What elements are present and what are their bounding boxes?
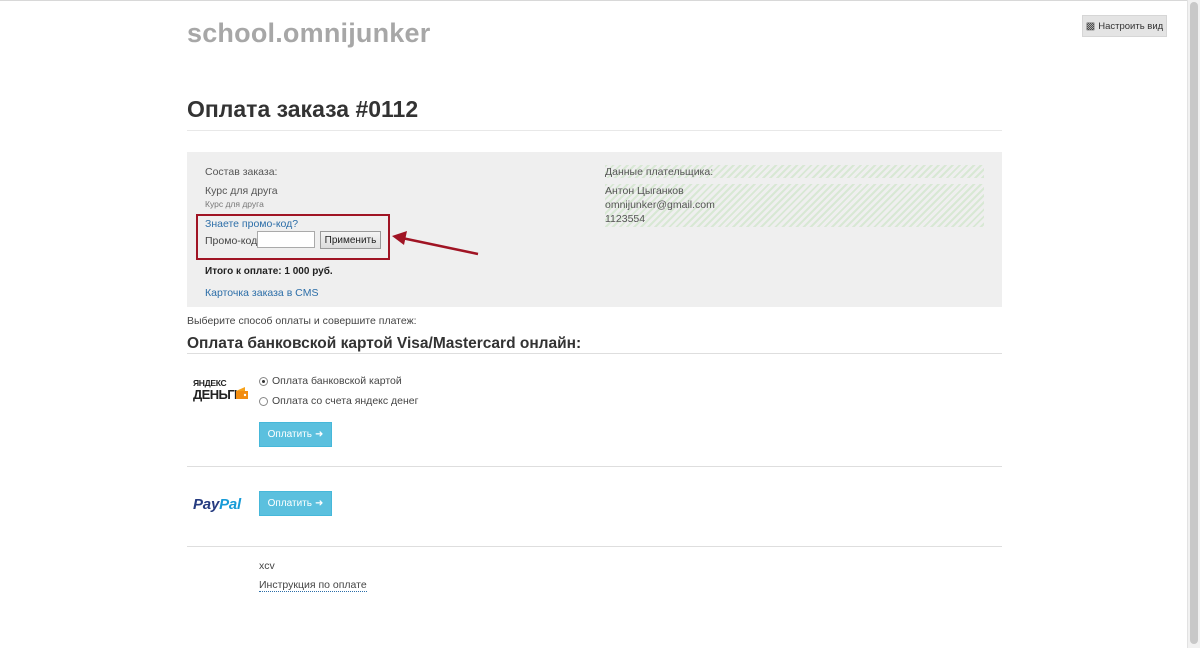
payment-option-card-label: Оплата банковской картой [272, 375, 402, 387]
puzzle-icon: ▩ [1085, 20, 1096, 32]
payer-email: omnijunker@gmail.com [605, 199, 715, 211]
yandex-pay-label: Оплатить [267, 429, 312, 440]
paypal-pay-button[interactable]: Оплатить ➜ [259, 491, 332, 516]
radio-yandex-wallet[interactable] [259, 396, 268, 406]
payment-instruction-link[interactable]: Инструкция по оплате [259, 579, 367, 592]
promo-code-label: Промо-код [205, 235, 258, 247]
paypal-logo-part1: Pay [193, 496, 220, 513]
promo-code-link[interactable]: Знаете промо-код? [205, 218, 298, 230]
scrollbar-thumb[interactable] [1190, 2, 1198, 644]
payment-option-yandex-wallet-label: Оплата со счета яндекс денег [272, 395, 419, 407]
heading-divider [187, 130, 1002, 131]
paypal-logo-part2: Pal [219, 496, 242, 513]
apply-promo-button[interactable]: Применить [320, 231, 381, 249]
yandex-money-logo: ЯНДЕКС ДЕНЬГИ [193, 378, 251, 406]
section-divider [187, 353, 1002, 354]
setup-view-label: Настроить вид [1098, 20, 1164, 32]
payer-phone: 1123554 [605, 213, 646, 225]
arrow-right-icon: ➜ [314, 429, 324, 440]
payment-option-card[interactable]: Оплата банковской картой [259, 375, 402, 387]
wallet-icon [236, 387, 248, 399]
payment-option-yandex-wallet[interactable]: Оплата со счета яндекс денег [259, 395, 418, 407]
paypal-pay-label: Оплатить [267, 498, 312, 509]
payment-note: xcv [259, 560, 275, 572]
cms-card-link[interactable]: Карточка заказа в CMS [205, 287, 319, 299]
divider-paypal-note [187, 546, 1002, 547]
order-total: Итого к оплате: 1 000 руб. [205, 266, 333, 277]
order-composition-label: Состав заказа: [205, 166, 278, 178]
payer-name: Антон Цыганков [605, 185, 684, 197]
order-item-title: Курс для друга [205, 185, 278, 197]
payment-section-heading: Оплата банковской картой Visa/Mastercard… [187, 335, 582, 352]
arrow-right-icon: ➜ [314, 498, 324, 509]
site-title[interactable]: school.omnijunker [187, 18, 430, 49]
yandex-pay-button[interactable]: Оплатить ➜ [259, 422, 332, 447]
order-item-subtitle: Курс для друга [205, 199, 264, 209]
promo-code-input[interactable] [257, 231, 315, 248]
paypal-logo: PayPal [193, 496, 241, 513]
annotation-arrow [392, 231, 479, 256]
payment-instruction: Выберите способ оплаты и совершите плате… [187, 315, 417, 327]
page-title: Оплата заказа #0112 [187, 96, 419, 122]
top-border [0, 0, 1200, 1]
divider-yandex-paypal [187, 466, 1002, 467]
scrollbar[interactable] [1187, 0, 1200, 648]
radio-card[interactable] [259, 376, 268, 386]
payer-data-label: Данные плательщика: [605, 166, 714, 178]
setup-view-button[interactable]: ▩ Настроить вид [1082, 15, 1167, 37]
